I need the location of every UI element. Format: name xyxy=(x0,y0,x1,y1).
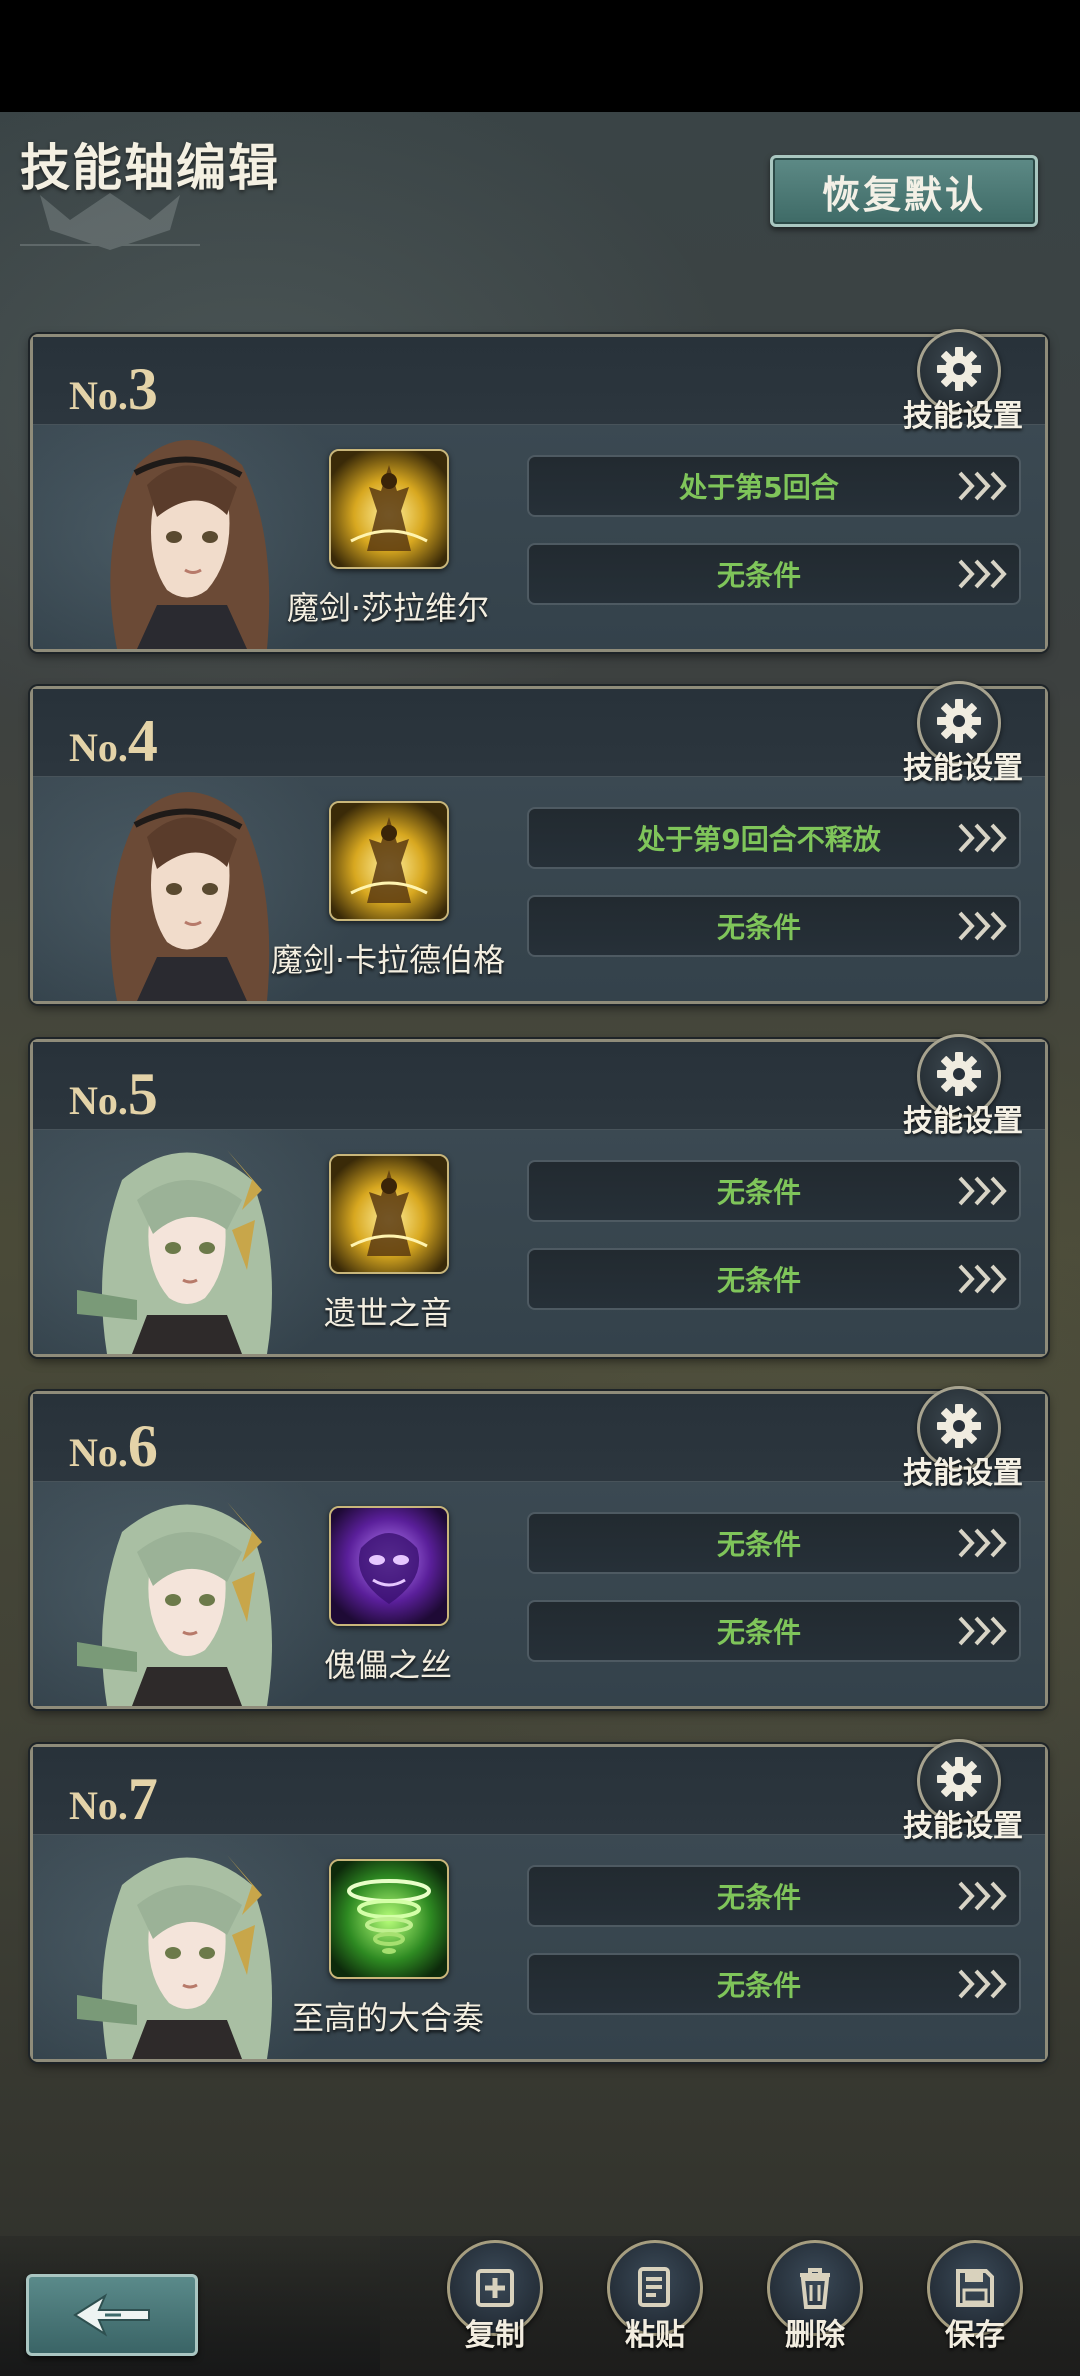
paste-label: 粘贴 xyxy=(625,2318,685,2353)
skill-name: 魔剑·莎拉维尔 xyxy=(286,589,490,627)
condition-selector[interactable]: 无条件 xyxy=(527,1512,1021,1574)
back-button[interactable] xyxy=(26,2274,198,2356)
delete-button[interactable]: 删除 xyxy=(760,2240,870,2376)
triple-chevron-right-icon xyxy=(949,1514,1019,1572)
condition-selector[interactable]: 无条件 xyxy=(527,1865,1021,1927)
card-number: No.7 xyxy=(69,1765,158,1834)
skill-name: 遗世之音 xyxy=(323,1294,452,1332)
triple-chevron-right-icon xyxy=(949,897,1019,955)
delete-label: 删除 xyxy=(785,2318,845,2353)
card-number: No.3 xyxy=(69,355,158,424)
triple-chevron-right-icon xyxy=(949,1867,1019,1925)
skill-settings-label: 技能设置 xyxy=(903,1104,1023,1139)
skill-settings-label: 技能设置 xyxy=(903,399,1023,434)
card-header xyxy=(33,1042,1045,1130)
condition-selector[interactable]: 无条件 xyxy=(527,1953,1021,2015)
skill-card: No.5 技能设置 遗世之音 无条件 无条件 xyxy=(30,1034,1048,1357)
triple-chevron-right-icon xyxy=(949,457,1019,515)
skill-card: No.7 技能设置 至高的大合奏 无条件 无条件 xyxy=(30,1739,1048,2062)
copy-button[interactable]: 复制 xyxy=(440,2240,550,2376)
triple-chevron-right-icon xyxy=(949,1955,1019,2013)
condition-text: 无条件 xyxy=(716,559,801,592)
skill-settings-label: 技能设置 xyxy=(903,751,1023,786)
condition-text: 处于第5回合 xyxy=(679,471,839,504)
paste-button[interactable]: 粘贴 xyxy=(600,2240,710,2376)
number-prefix: No. xyxy=(69,1430,128,1475)
number-prefix: No. xyxy=(69,1078,128,1123)
skill-card: No.6 技能设置 傀儡之丝 无条件 无条件 xyxy=(30,1386,1048,1709)
skill-settings-label: 技能设置 xyxy=(903,1809,1023,1844)
card-header xyxy=(33,337,1045,425)
card-header xyxy=(33,689,1045,777)
condition-text: 无条件 xyxy=(716,911,801,944)
skill-name: 魔剑·卡拉德伯格 xyxy=(270,941,506,979)
number-value: 7 xyxy=(127,1766,158,1832)
condition-selector[interactable]: 无条件 xyxy=(527,543,1021,605)
condition-text: 无条件 xyxy=(716,1264,801,1297)
card-number: No.5 xyxy=(69,1060,158,1129)
condition-text: 无条件 xyxy=(716,1881,801,1914)
number-value: 5 xyxy=(127,1061,158,1127)
condition-selector[interactable]: 处于第5回合 xyxy=(527,455,1021,517)
skill-card: No.3 技能设置魔剑·莎拉维尔 处于第5回合 无条件 xyxy=(30,329,1048,652)
green-tornado-icon[interactable] xyxy=(329,1859,449,1979)
condition-text: 无条件 xyxy=(716,1528,801,1561)
card-header xyxy=(33,1394,1045,1482)
triple-chevron-right-icon xyxy=(949,809,1019,867)
number-value: 6 xyxy=(127,1413,158,1479)
reset-default-button[interactable]: 恢复默认 xyxy=(770,155,1038,227)
skill-name: 至高的大合奏 xyxy=(291,1999,484,2037)
save-label: 保存 xyxy=(945,2318,1005,2353)
golden-warrior-icon[interactable] xyxy=(329,1154,449,1274)
number-value: 3 xyxy=(127,356,158,422)
condition-selector[interactable]: 无条件 xyxy=(527,1600,1021,1662)
save-button[interactable]: 保存 xyxy=(920,2240,1030,2376)
triple-chevron-right-icon xyxy=(949,1602,1019,1660)
number-value: 4 xyxy=(127,708,158,774)
condition-text: 处于第9回合不释放 xyxy=(637,823,881,856)
number-prefix: No. xyxy=(69,373,128,418)
skill-card: No.4 技能设置魔剑·卡拉德伯格 处于第9回合不释放 无条件 xyxy=(30,681,1048,1004)
card-header xyxy=(33,1747,1045,1835)
copy-label: 复制 xyxy=(465,2318,525,2353)
back-arrow-icon xyxy=(73,2293,150,2337)
triple-chevron-right-icon xyxy=(949,1250,1019,1308)
skill-name: 傀儡之丝 xyxy=(323,1646,452,1684)
skill-settings-label: 技能设置 xyxy=(903,1456,1023,1491)
status-bar xyxy=(0,0,1080,112)
condition-text: 无条件 xyxy=(716,1616,801,1649)
condition-selector[interactable]: 无条件 xyxy=(527,895,1021,957)
number-prefix: No. xyxy=(69,725,128,770)
number-prefix: No. xyxy=(69,1783,128,1828)
triple-chevron-right-icon xyxy=(949,545,1019,603)
purple-spirit-icon[interactable] xyxy=(329,1506,449,1626)
condition-selector[interactable]: 处于第9回合不释放 xyxy=(527,807,1021,869)
golden-warrior-icon[interactable] xyxy=(329,801,449,921)
emblem-decoration-icon xyxy=(20,193,200,250)
card-number: No.4 xyxy=(69,707,158,776)
condition-text: 无条件 xyxy=(716,1176,801,1209)
golden-warrior-icon[interactable] xyxy=(329,449,449,569)
card-number: No.6 xyxy=(69,1412,158,1481)
condition-selector[interactable]: 无条件 xyxy=(527,1160,1021,1222)
triple-chevron-right-icon xyxy=(949,1162,1019,1220)
condition-selector[interactable]: 无条件 xyxy=(527,1248,1021,1310)
condition-text: 无条件 xyxy=(716,1969,801,2002)
